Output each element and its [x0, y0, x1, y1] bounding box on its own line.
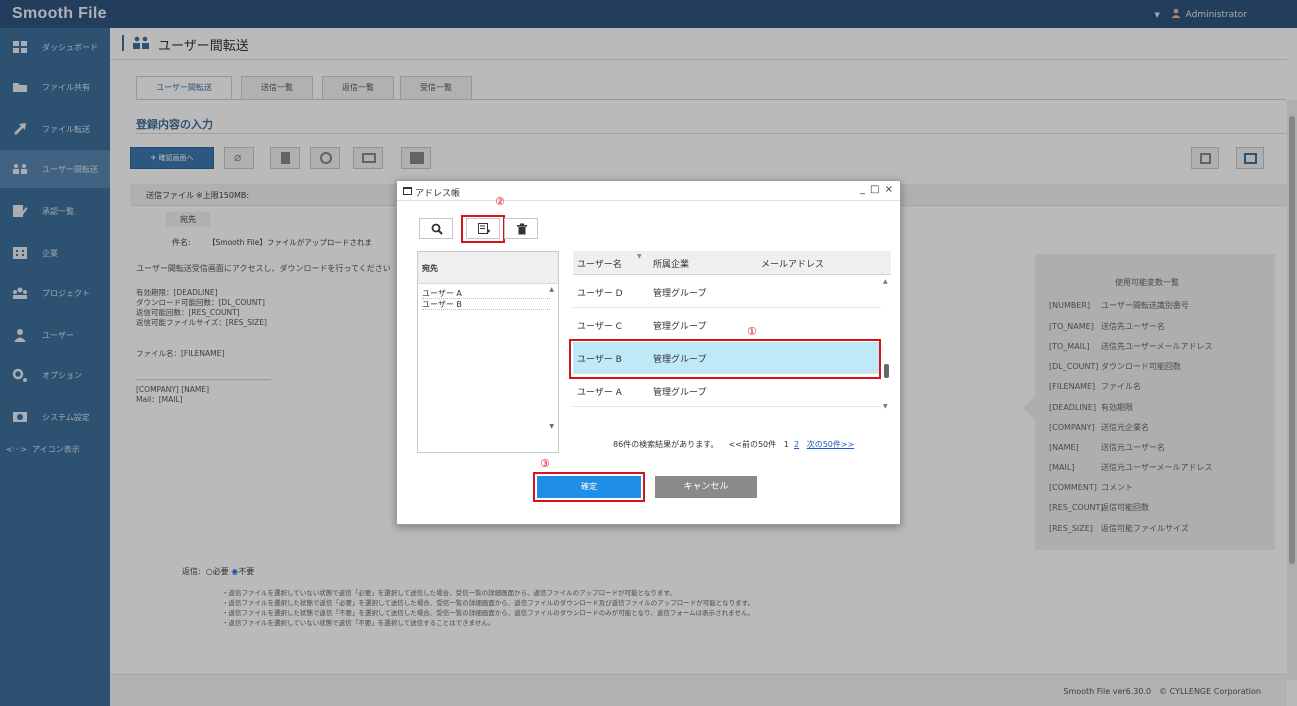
page-2-link[interactable]: 2 [794, 440, 799, 449]
window-controls[interactable]: _ □ × [860, 184, 894, 195]
next-page-link[interactable]: 次の50件>> [807, 440, 855, 449]
pagination: 86件の検索結果があります。 <<前の50件 1 2 次の50件>> [613, 439, 854, 450]
dialog-title: アドレス帳 [415, 189, 461, 199]
callout-2: ② [495, 195, 505, 208]
recipient-item[interactable]: ユーザー B [422, 299, 550, 310]
trash-icon [517, 223, 527, 235]
company-cell: 管理グループ [653, 289, 707, 299]
scroll-down-icon[interactable]: ▼ [883, 403, 888, 410]
scroll-down-icon[interactable]: ▼ [549, 423, 554, 430]
company-cell: 管理グループ [653, 388, 707, 398]
column-email[interactable]: メールアドレス [761, 257, 824, 270]
search-button[interactable] [419, 218, 453, 239]
delete-button[interactable] [504, 218, 538, 239]
user-name-cell: ユーザー C [577, 322, 622, 332]
address-book-dialog: アドレス帳 _ □ × ② 宛先 ユーザー A ユーザー B ▲ ▼ ユーザー名… [396, 180, 901, 525]
sort-icon[interactable]: ▼ [637, 253, 642, 260]
recipient-list: ユーザー A ユーザー B [422, 288, 550, 310]
user-row[interactable]: ユーザー A 管理グループ [573, 375, 881, 407]
search-icon [431, 223, 443, 235]
recipient-list-panel: 宛先 ユーザー A ユーザー B ▲ ▼ [417, 251, 559, 453]
user-row[interactable]: ユーザー C 管理グループ [573, 309, 881, 341]
user-row[interactable]: ユーザー D 管理グループ [573, 276, 881, 308]
list-scroll-thumb[interactable] [884, 364, 889, 378]
window-icon [403, 187, 412, 195]
highlight-add-button [461, 215, 505, 243]
prev-page-label: <<前の50件 [728, 440, 777, 449]
scroll-up-icon[interactable]: ▲ [883, 278, 888, 285]
user-name-cell: ユーザー A [577, 388, 622, 398]
dialog-titlebar: アドレス帳 _ □ × [397, 181, 900, 201]
highlight-confirm-button [533, 472, 645, 502]
user-list-header: ユーザー名 ▼ 所属企業 メールアドレス [573, 251, 891, 275]
recipient-item[interactable]: ユーザー A [422, 288, 550, 299]
highlight-selected-row [569, 339, 881, 379]
column-user-name[interactable]: ユーザー名 [577, 257, 622, 270]
user-name-cell: ユーザー D [577, 289, 623, 299]
column-company[interactable]: 所属企業 [653, 257, 689, 270]
user-list: ユーザー名 ▼ 所属企業 メールアドレス ユーザー D 管理グループ ユーザー … [573, 251, 891, 411]
callout-1: ① [747, 325, 757, 338]
callout-3: ③ [540, 457, 550, 470]
company-cell: 管理グループ [653, 322, 707, 332]
page-current: 1 [783, 440, 789, 449]
recipient-header-label: 宛先 [422, 264, 438, 273]
cancel-button[interactable]: キャンセル [655, 476, 757, 498]
recipient-list-header: 宛先 [418, 252, 558, 284]
scroll-up-icon[interactable]: ▲ [549, 286, 554, 293]
result-summary: 86件の検索結果があります。 [613, 440, 719, 449]
user-list-scrollbar[interactable]: ▲ ▼ [881, 276, 891, 411]
